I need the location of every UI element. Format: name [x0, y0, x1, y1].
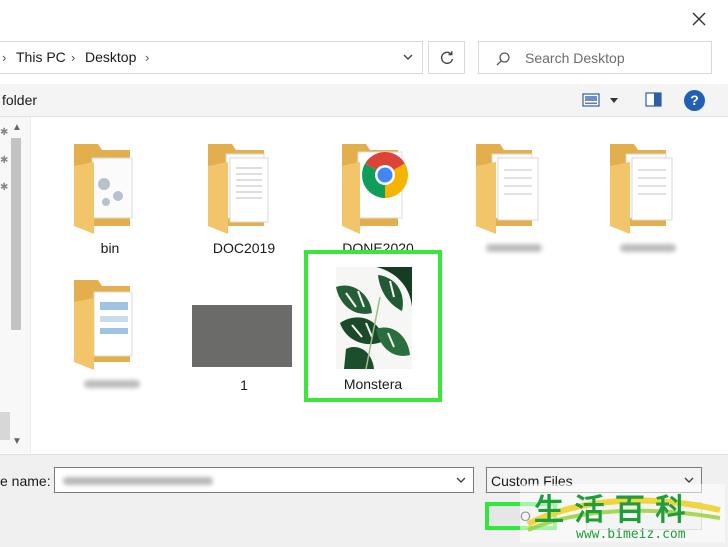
file-name-label: e name:: [0, 473, 51, 489]
folder-icon: [74, 280, 133, 370]
folder-item-blurred[interactable]: [464, 126, 560, 262]
command-bar: folder ?: [0, 84, 728, 117]
help-button[interactable]: ?: [684, 90, 705, 111]
chrome-icon: [362, 152, 408, 198]
chevron-down-icon[interactable]: [402, 52, 414, 62]
search-box[interactable]: Search Desktop: [478, 41, 712, 74]
folder-item-bin[interactable]: bin: [62, 126, 158, 262]
close-icon[interactable]: [688, 8, 710, 30]
watermark-logo: 生 活 百 科 www.bimeiz.com: [520, 484, 725, 542]
new-folder-button[interactable]: folder: [2, 92, 37, 108]
breadcrumb-desktop[interactable]: Desktop: [85, 49, 136, 65]
pin-icon: ✱: [0, 182, 9, 193]
title-bar: [0, 0, 728, 36]
pin-icon: ✱: [0, 155, 9, 166]
item-label: bin: [100, 240, 120, 256]
scrollbar-thumb[interactable]: [11, 138, 21, 330]
chevron-right-icon: ›: [2, 50, 7, 65]
monstera-thumbnail: [336, 267, 412, 369]
svg-text:www.bimeiz.com: www.bimeiz.com: [576, 527, 686, 542]
file-item-1[interactable]: 1: [186, 300, 302, 396]
chevron-down-icon[interactable]: [455, 476, 467, 485]
pin-icon: ✱: [0, 127, 9, 138]
folder-item-blurred[interactable]: [62, 266, 158, 396]
item-label: 1: [240, 377, 248, 393]
folder-item-blurred[interactable]: [598, 126, 694, 262]
refresh-button[interactable]: [428, 41, 465, 74]
scroll-down-arrow[interactable]: ▼: [12, 436, 22, 447]
blurred-label: [486, 244, 542, 252]
chevron-right-icon[interactable]: ›: [145, 50, 149, 65]
folder-icon: [610, 144, 673, 234]
svg-text:生 活 百 科: 生 活 百 科: [534, 493, 685, 528]
search-placeholder: Search Desktop: [525, 50, 625, 66]
item-label: DOC2019: [212, 240, 276, 256]
view-options-icon[interactable]: [582, 93, 600, 107]
folder-item-doc2019[interactable]: DOC2019: [196, 126, 292, 262]
blurred-label: [620, 244, 676, 252]
breadcrumb-this-pc[interactable]: This PC: [16, 49, 66, 65]
file-item-monstera[interactable]: Monstera: [313, 259, 433, 393]
blurred-file-name: [63, 477, 213, 485]
scroll-up-arrow[interactable]: ▲: [12, 122, 22, 133]
preview-pane-icon[interactable]: [645, 92, 662, 107]
image-thumbnail: [192, 305, 292, 367]
nav-selected-row[interactable]: [0, 412, 10, 440]
folder-icon: [476, 144, 539, 234]
folder-icon: [74, 144, 133, 234]
file-name-input[interactable]: [54, 467, 474, 493]
item-label: Monstera: [343, 376, 403, 392]
view-dropdown-icon[interactable]: [609, 97, 619, 104]
refresh-icon: [440, 50, 453, 64]
blurred-label: [84, 380, 140, 388]
folder-icon: [208, 144, 269, 234]
search-icon: [496, 52, 510, 66]
chevron-right-icon: ›: [71, 50, 76, 65]
folder-item-done2020[interactable]: DONE2020: [330, 126, 426, 262]
